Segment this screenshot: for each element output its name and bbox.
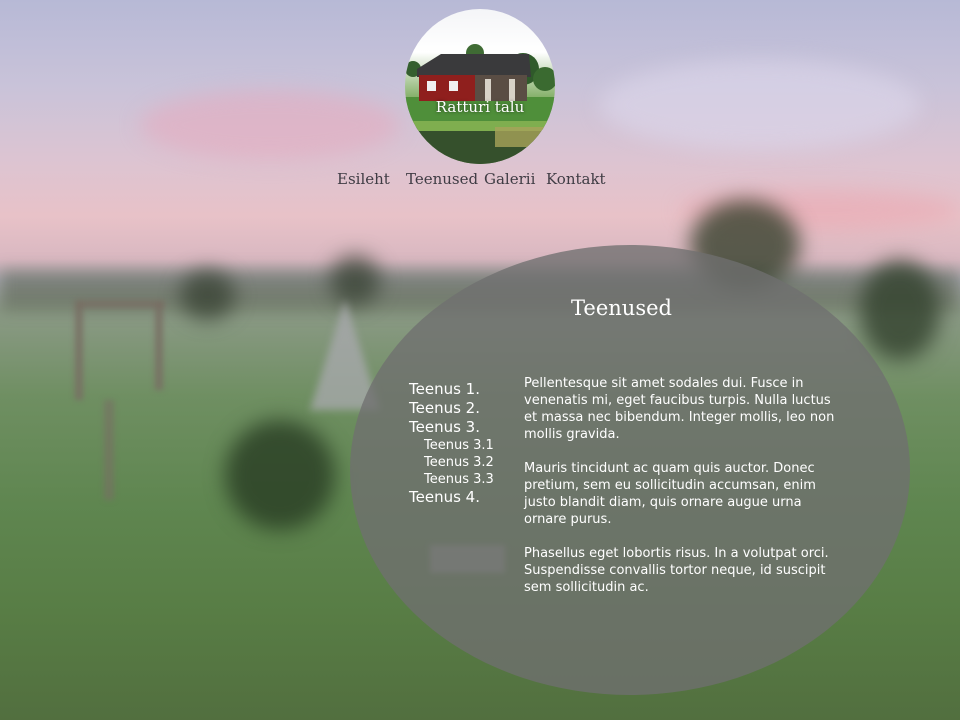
content-text: Pellentesque sit amet sodales dui. Fusce… bbox=[524, 375, 842, 613]
submenu-item-teenus-3[interactable]: Teenus 3. bbox=[409, 418, 519, 437]
nav-item-teenused[interactable]: Teenused bbox=[406, 170, 478, 188]
logo[interactable]: Ratturi talu bbox=[405, 9, 555, 164]
nav-item-galerii[interactable]: Galerii bbox=[484, 170, 535, 188]
nav-item-esileht[interactable]: Esileht bbox=[337, 170, 390, 188]
submenu-item-teenus-3-3[interactable]: Teenus 3.3 bbox=[409, 471, 519, 488]
nav-item-kontakt[interactable]: Kontakt bbox=[546, 170, 606, 188]
submenu-item-teenus-1[interactable]: Teenus 1. bbox=[409, 380, 519, 399]
farmhouse-icon bbox=[405, 44, 555, 164]
content-paragraph: Mauris tincidunt ac quam quis auctor. Do… bbox=[524, 461, 816, 527]
content-paragraph: Pellentesque sit amet sodales dui. Fusce… bbox=[524, 376, 835, 442]
content-paragraph: Phasellus eget lobortis risus. In a volu… bbox=[524, 546, 829, 595]
logo-title: Ratturi talu bbox=[435, 98, 525, 116]
submenu-item-teenus-2[interactable]: Teenus 2. bbox=[409, 399, 519, 418]
main-nav: Esileht Teenused Galerii Kontakt bbox=[0, 170, 960, 194]
submenu-item-teenus-4[interactable]: Teenus 4. bbox=[409, 488, 519, 507]
submenu-item-teenus-3-1[interactable]: Teenus 3.1 bbox=[409, 437, 519, 454]
services-submenu: Teenus 1. Teenus 2. Teenus 3. Teenus 3.1… bbox=[409, 380, 519, 507]
submenu-item-teenus-3-2[interactable]: Teenus 3.2 bbox=[409, 454, 519, 471]
page-title: Teenused bbox=[571, 296, 672, 320]
